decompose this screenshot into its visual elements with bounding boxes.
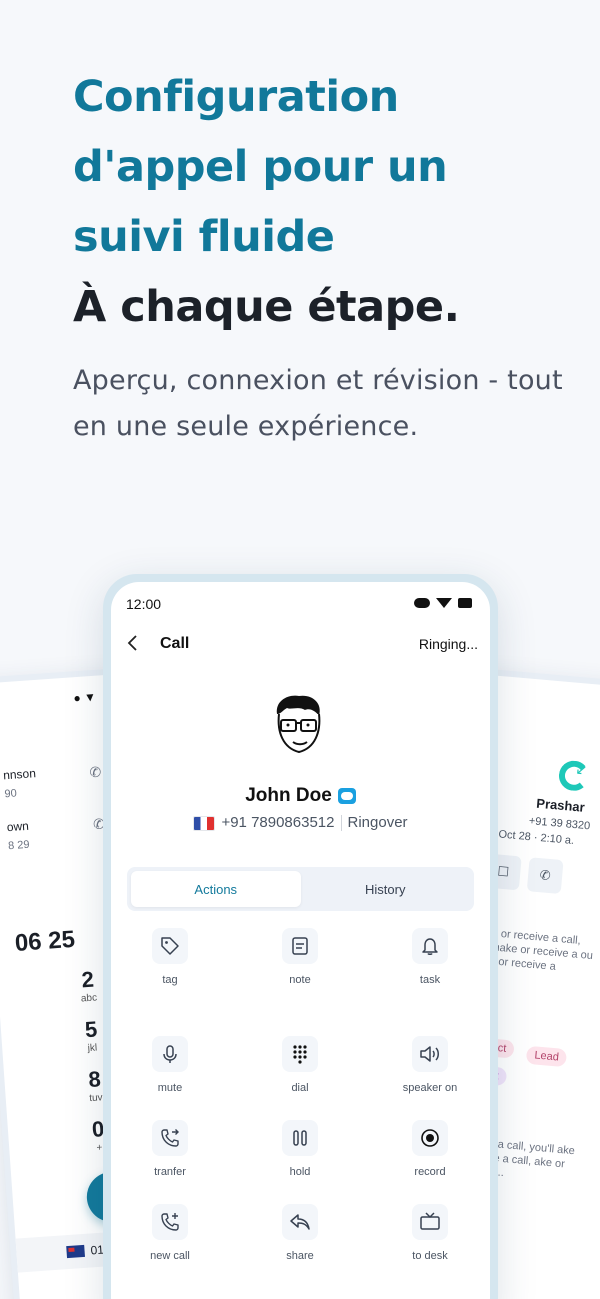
- status-icons: ● ▼: [73, 689, 97, 706]
- task-button[interactable]: task: [380, 928, 480, 986]
- caller-name: John Doe: [245, 785, 332, 806]
- action-label: note: [289, 974, 311, 986]
- record-icon: [412, 1120, 448, 1156]
- hero-subtitle: Aperçu, connexion et révision - tout en …: [73, 365, 563, 442]
- hold-button[interactable]: hold: [250, 1120, 350, 1178]
- action-label: share: [286, 1250, 314, 1262]
- pause-icon: [282, 1120, 318, 1156]
- action-label: record: [414, 1166, 446, 1178]
- wifi-icon: [436, 598, 452, 608]
- share-button[interactable]: share: [250, 1204, 350, 1262]
- australia-flag-icon: [66, 1244, 85, 1259]
- salesforce-icon: [337, 787, 356, 804]
- bell-icon: [412, 928, 448, 964]
- record-button[interactable]: record: [380, 1120, 480, 1178]
- action-label: hold: [289, 1166, 311, 1178]
- action-label: to desk: [412, 1250, 448, 1262]
- contact-name: Prashar: [535, 795, 586, 815]
- action-label: new call: [150, 1250, 190, 1262]
- speaker-button[interactable]: speaker on: [380, 1036, 480, 1094]
- action-label: tag: [162, 974, 178, 986]
- contact-number: +91 39 8320: [528, 815, 591, 833]
- desk-icon: [412, 1204, 448, 1240]
- action-label: mute: [157, 1082, 183, 1094]
- chevron-left-icon[interactable]: [126, 634, 152, 654]
- tag-chip[interactable]: Lead: [525, 1045, 568, 1068]
- tab-history[interactable]: History: [301, 871, 471, 907]
- chat-icon: ☐: [496, 863, 510, 880]
- contact-item[interactable]: own 8 29: [6, 819, 30, 852]
- dialed-number: 06 25: [14, 925, 76, 957]
- action-label: tranfer: [154, 1166, 186, 1178]
- contact-name: nnson: [2, 766, 37, 783]
- to-desk-button[interactable]: to desk: [380, 1204, 480, 1262]
- new-call-icon: [152, 1204, 188, 1240]
- mute-button[interactable]: mute: [120, 1036, 220, 1094]
- main-phone: 12:00 Call Ringing... John Doe +91 78908…: [103, 574, 498, 1299]
- microphone-icon: [152, 1036, 188, 1072]
- headline-line-2: d'appel pour un: [73, 142, 448, 192]
- france-flag-icon: [193, 815, 216, 831]
- action-label: dial: [291, 1082, 309, 1094]
- speaker-icon: [412, 1036, 448, 1072]
- caller-details: +91 7890863512 Ringover: [111, 814, 490, 832]
- headline-line-1: Configuration: [73, 72, 399, 122]
- new-call-button[interactable]: new call: [120, 1204, 220, 1262]
- note-button[interactable]: note: [250, 928, 350, 986]
- contact-name: own: [6, 818, 30, 835]
- tag-button[interactable]: tag: [120, 928, 220, 986]
- dial-button[interactable]: dial: [250, 1036, 350, 1094]
- headline-line-4: À chaque étape.: [73, 282, 460, 332]
- phone-icon: ✆: [539, 867, 552, 884]
- contact-number: 90: [4, 787, 18, 801]
- call-button[interactable]: ✆: [526, 857, 564, 895]
- status-time: 12:00: [126, 596, 162, 612]
- status-icons: [414, 598, 472, 608]
- contact-item[interactable]: nnson 90: [3, 766, 38, 800]
- phone-screen: 12:00 Call Ringing... John Doe +91 78908…: [111, 582, 490, 1299]
- top-bar: Call Ringing...: [126, 632, 478, 656]
- action-label: speaker on: [402, 1082, 458, 1094]
- caller-name-row: John Doe: [111, 785, 490, 807]
- hero-headline: Configuration d'appel pour un suivi flui…: [73, 62, 573, 342]
- contact-number: 8 29: [7, 838, 30, 853]
- dialpad-icon: [282, 1036, 318, 1072]
- note-icon: [282, 928, 318, 964]
- tab-actions[interactable]: Actions: [131, 871, 301, 907]
- caller-provider: Ringover: [347, 814, 408, 831]
- hero-section: Configuration d'appel pour un suivi flui…: [73, 62, 573, 450]
- share-icon: [282, 1204, 318, 1240]
- page-title: Call: [160, 635, 190, 652]
- headline-line-3: suivi fluide: [73, 212, 335, 262]
- tag-icon: [152, 928, 188, 964]
- arrow-icon: ↙: [574, 760, 588, 778]
- battery-icon: [458, 598, 472, 608]
- phone-icon[interactable]: ✆: [89, 764, 102, 782]
- transfer-call-icon: [152, 1120, 188, 1156]
- action-label: task: [419, 974, 441, 986]
- caller-number: +91 7890863512: [221, 814, 335, 831]
- caller-avatar: [269, 692, 329, 758]
- call-state: Ringing...: [418, 636, 478, 652]
- signal-icon: [414, 598, 430, 608]
- call-tabs: Actions History: [127, 867, 474, 911]
- transfer-button[interactable]: tranfer: [120, 1120, 220, 1178]
- divider: [340, 815, 342, 832]
